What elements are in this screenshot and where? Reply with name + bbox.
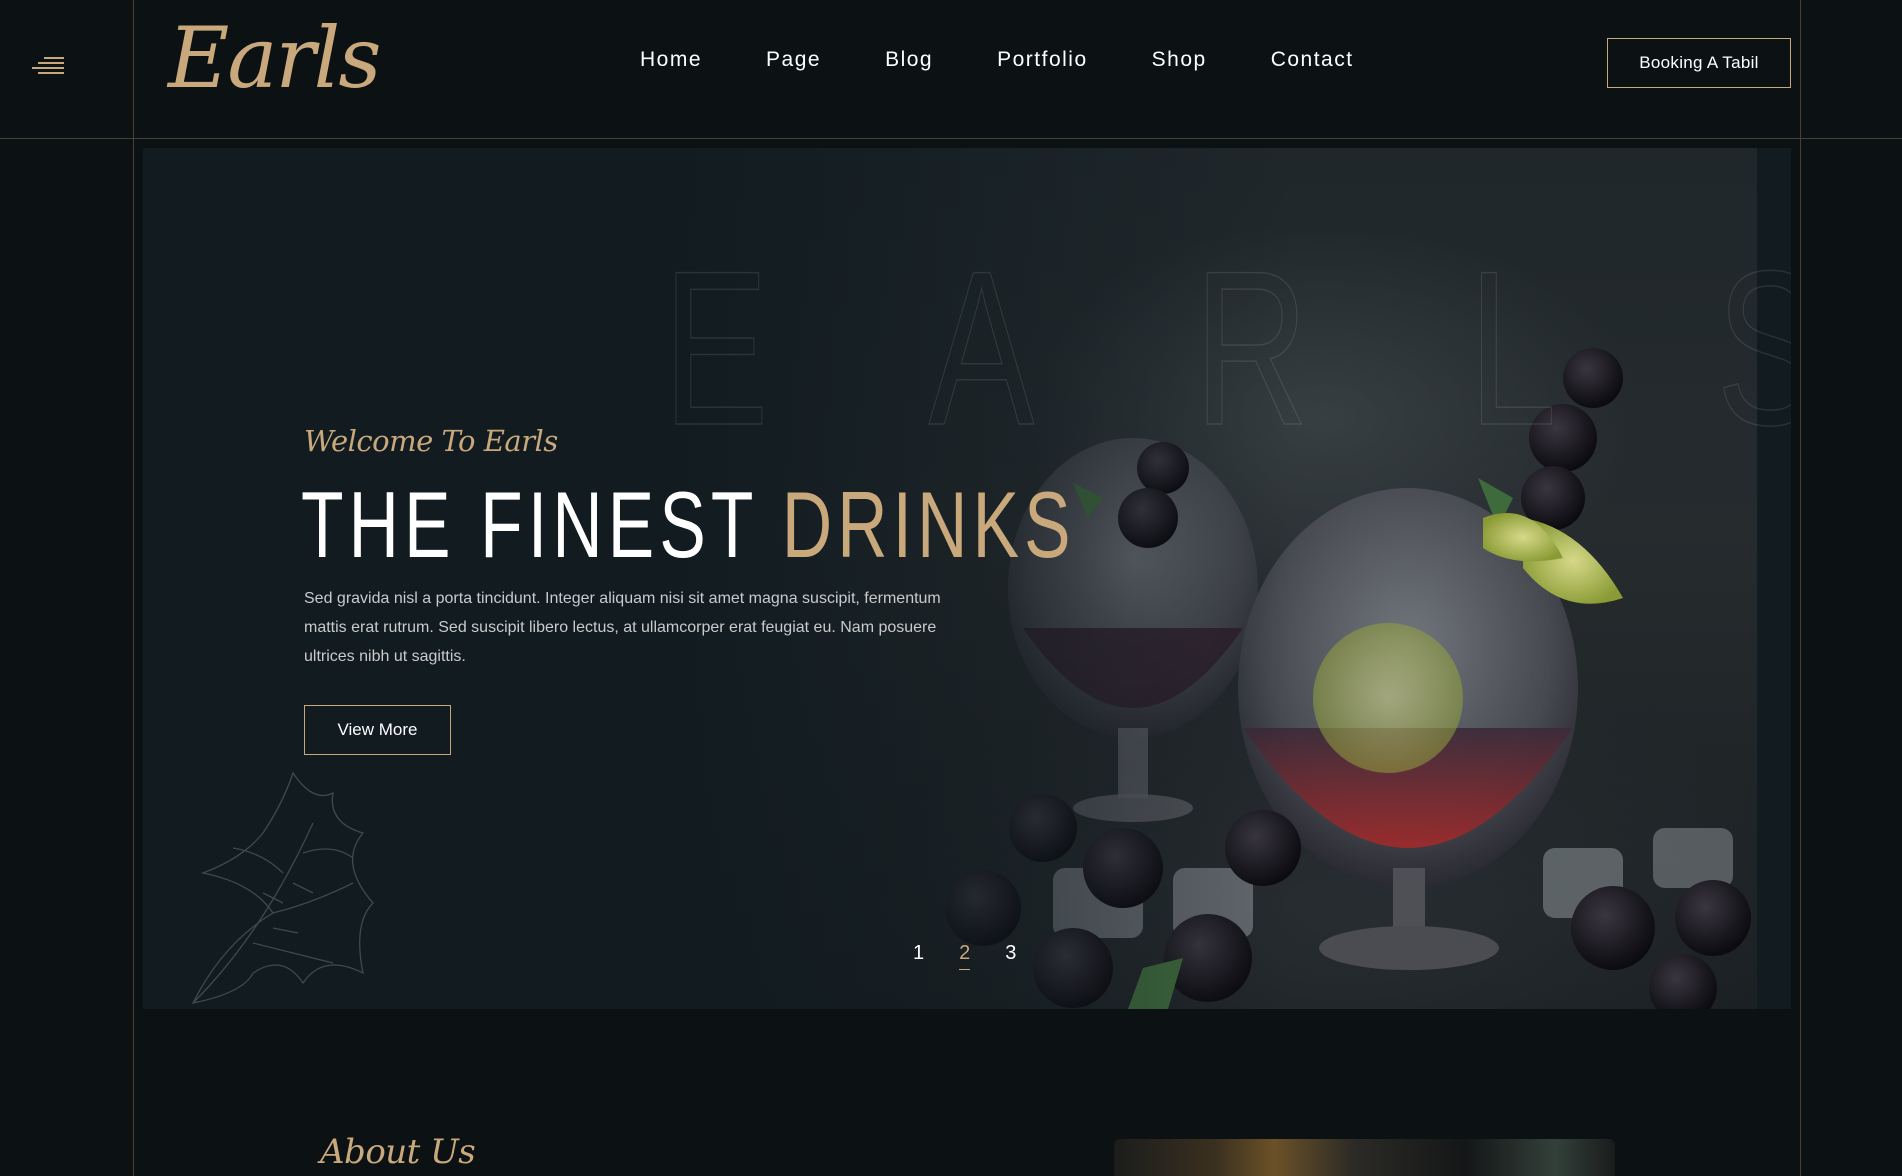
about-title: About Us bbox=[320, 1132, 476, 1172]
bg-letter: R bbox=[1194, 225, 1309, 471]
headline-gold: DRINKS bbox=[781, 472, 1076, 577]
hero-description: Sed gravida nisl a porta tincidunt. Inte… bbox=[304, 590, 941, 665]
slide-dot-2[interactable]: 2 bbox=[959, 942, 971, 970]
header-divider bbox=[0, 138, 1902, 139]
nav-item-home[interactable]: Home bbox=[640, 48, 702, 72]
hero-headline: THE FINEST DRINKS bbox=[301, 478, 1076, 572]
frame-line-left bbox=[133, 0, 134, 1176]
slide-dot-3[interactable]: 3 bbox=[1005, 942, 1016, 970]
frame-line-right bbox=[1800, 0, 1801, 1176]
nav-item-blog[interactable]: Blog bbox=[885, 48, 933, 72]
hero-slider: E A R L S Welcome To Earls THE FINEST DR… bbox=[143, 148, 1791, 1009]
slide-dot-1[interactable]: 1 bbox=[913, 942, 924, 970]
leaf-sketch-icon bbox=[191, 771, 374, 1004]
about-image bbox=[1114, 1139, 1615, 1176]
logo[interactable]: Earls bbox=[168, 12, 382, 105]
booking-button[interactable]: Booking A Tabil bbox=[1607, 38, 1791, 88]
background-letters: E A R L S bbox=[662, 225, 1791, 471]
nav-item-page[interactable]: Page bbox=[766, 48, 821, 72]
bg-letter: L bbox=[1468, 225, 1557, 471]
bg-letter: A bbox=[928, 225, 1035, 471]
nav-item-portfolio[interactable]: Portfolio bbox=[997, 48, 1088, 72]
headline-white: THE FINEST bbox=[301, 472, 758, 577]
slider-pagination: 1 2 3 bbox=[913, 942, 1051, 970]
view-more-button[interactable]: View More bbox=[304, 705, 451, 755]
nav-item-shop[interactable]: Shop bbox=[1152, 48, 1207, 72]
bg-letter: E bbox=[662, 225, 769, 471]
nav-item-contact[interactable]: Contact bbox=[1271, 48, 1354, 72]
hero-subtitle: Welcome To Earls bbox=[304, 424, 558, 458]
bg-letter: S bbox=[1716, 237, 1791, 459]
main-nav: Home Page Blog Portfolio Shop Contact bbox=[640, 48, 1354, 72]
hamburger-menu-icon[interactable] bbox=[30, 55, 64, 77]
